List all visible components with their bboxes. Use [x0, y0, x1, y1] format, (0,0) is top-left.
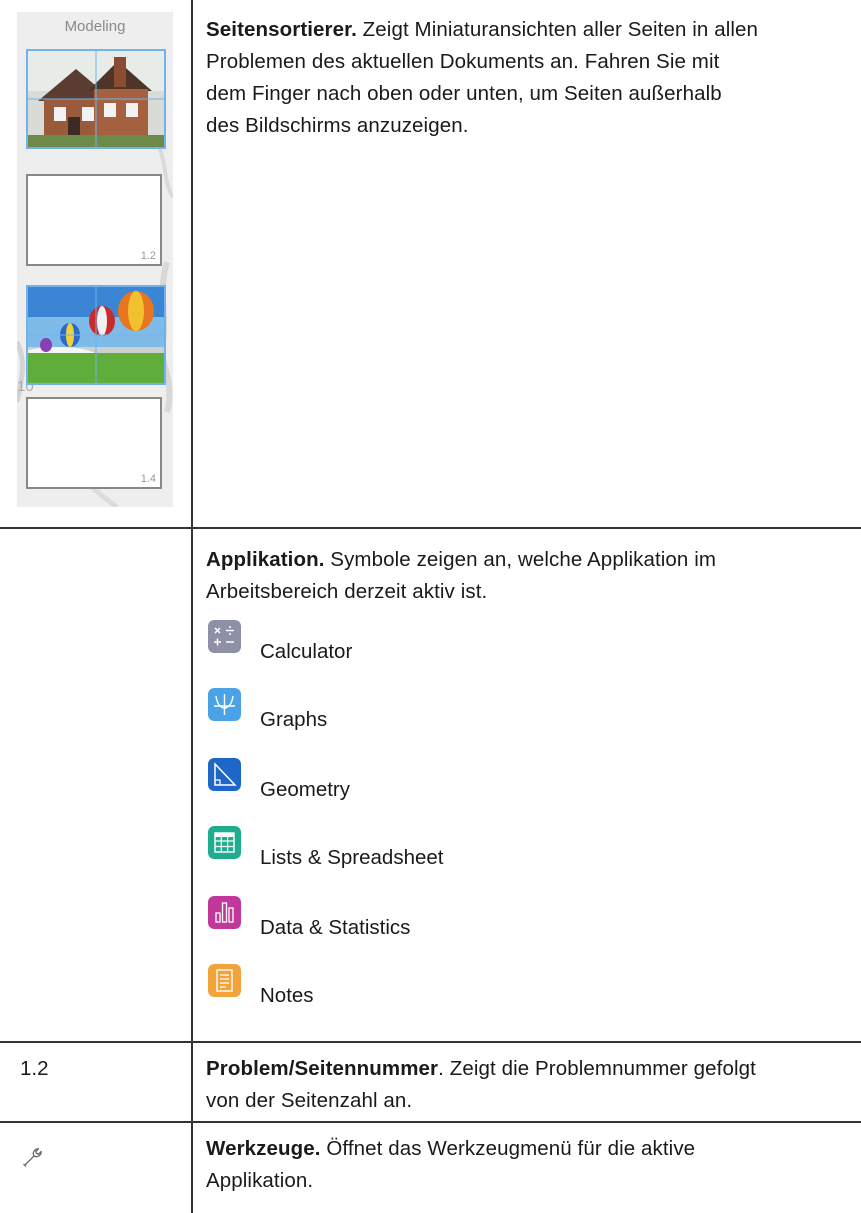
house-photo [28, 51, 164, 147]
geometry-icon [208, 758, 241, 791]
data-statistics-icon [208, 896, 241, 929]
page-number: 1.4 [140, 473, 156, 485]
desc-text: . Zeigt die Problemnummer gefolgt [438, 1057, 756, 1080]
page-thumbnail[interactable]: 1.2 [26, 174, 162, 266]
page-sorter-panel[interactable]: Modeling 10 1.2 1.4 [17, 12, 173, 507]
desc-text: dem Finger nach oben oder unten, um Seit… [206, 82, 722, 105]
balloons-photo [28, 287, 164, 383]
desc-text: von der Seitenzahl an. [206, 1089, 413, 1112]
desc-text: Symbole zeigen an, welche Applikation im [324, 548, 717, 571]
app-label: Data & Statistics [260, 916, 411, 939]
app-label: Geometry [260, 778, 350, 801]
term-title: Seitensortierer. [206, 18, 357, 41]
problem-page-number-value: 1.2 [20, 1057, 49, 1080]
page-number: 1.2 [140, 250, 156, 262]
desc-text: Arbeitsbereich derzeit aktiv ist. [206, 580, 488, 603]
page-thumbnail[interactable]: 1.4 [26, 397, 162, 489]
application-description: Applikation. Symbole zeigen an, welche A… [206, 544, 846, 608]
app-label: Notes [260, 984, 314, 1007]
term-title: Applikation. [206, 548, 325, 571]
tools-description: Werkzeuge. Öffnet das Werkzeugmenü für d… [206, 1133, 846, 1197]
row-divider [0, 527, 861, 529]
page-sorter-description: Seitensortierer. Zeigt Miniaturansichten… [206, 14, 846, 142]
sorter-title: Modeling [64, 18, 126, 35]
wrench-icon[interactable] [22, 1146, 44, 1168]
spreadsheet-icon [208, 826, 241, 859]
problem-page-number-description: Problem/Seitennummer. Zeigt die Problemn… [206, 1053, 846, 1117]
calculator-icon [208, 620, 241, 653]
term-title: Problem/Seitennummer [206, 1057, 439, 1080]
page-thumbnail[interactable] [26, 49, 166, 149]
desc-text: des Bildschirms anzuzeigen. [206, 114, 469, 137]
app-label: Calculator [260, 640, 353, 663]
app-label: Lists & Spreadsheet [260, 846, 444, 869]
column-divider [191, 0, 193, 1213]
feature-table: Modeling 10 1.2 1.4 Seitensortierer. Zei… [0, 0, 861, 1213]
notes-icon [208, 964, 241, 997]
app-label: Graphs [260, 708, 328, 731]
term-title: Werkzeuge. [206, 1137, 321, 1160]
graphs-icon [208, 688, 241, 721]
row-divider [0, 1041, 861, 1043]
row-divider [0, 1121, 861, 1123]
desc-text: Öffnet das Werkzeugmenü für die aktive [320, 1137, 696, 1160]
page-thumbnail[interactable] [26, 285, 166, 385]
desc-text: Zeigt Miniaturansichten aller Seiten in … [356, 18, 759, 41]
desc-text: Problemen des aktuellen Dokuments an. Fa… [206, 50, 720, 73]
desc-text: Applikation. [206, 1169, 314, 1192]
